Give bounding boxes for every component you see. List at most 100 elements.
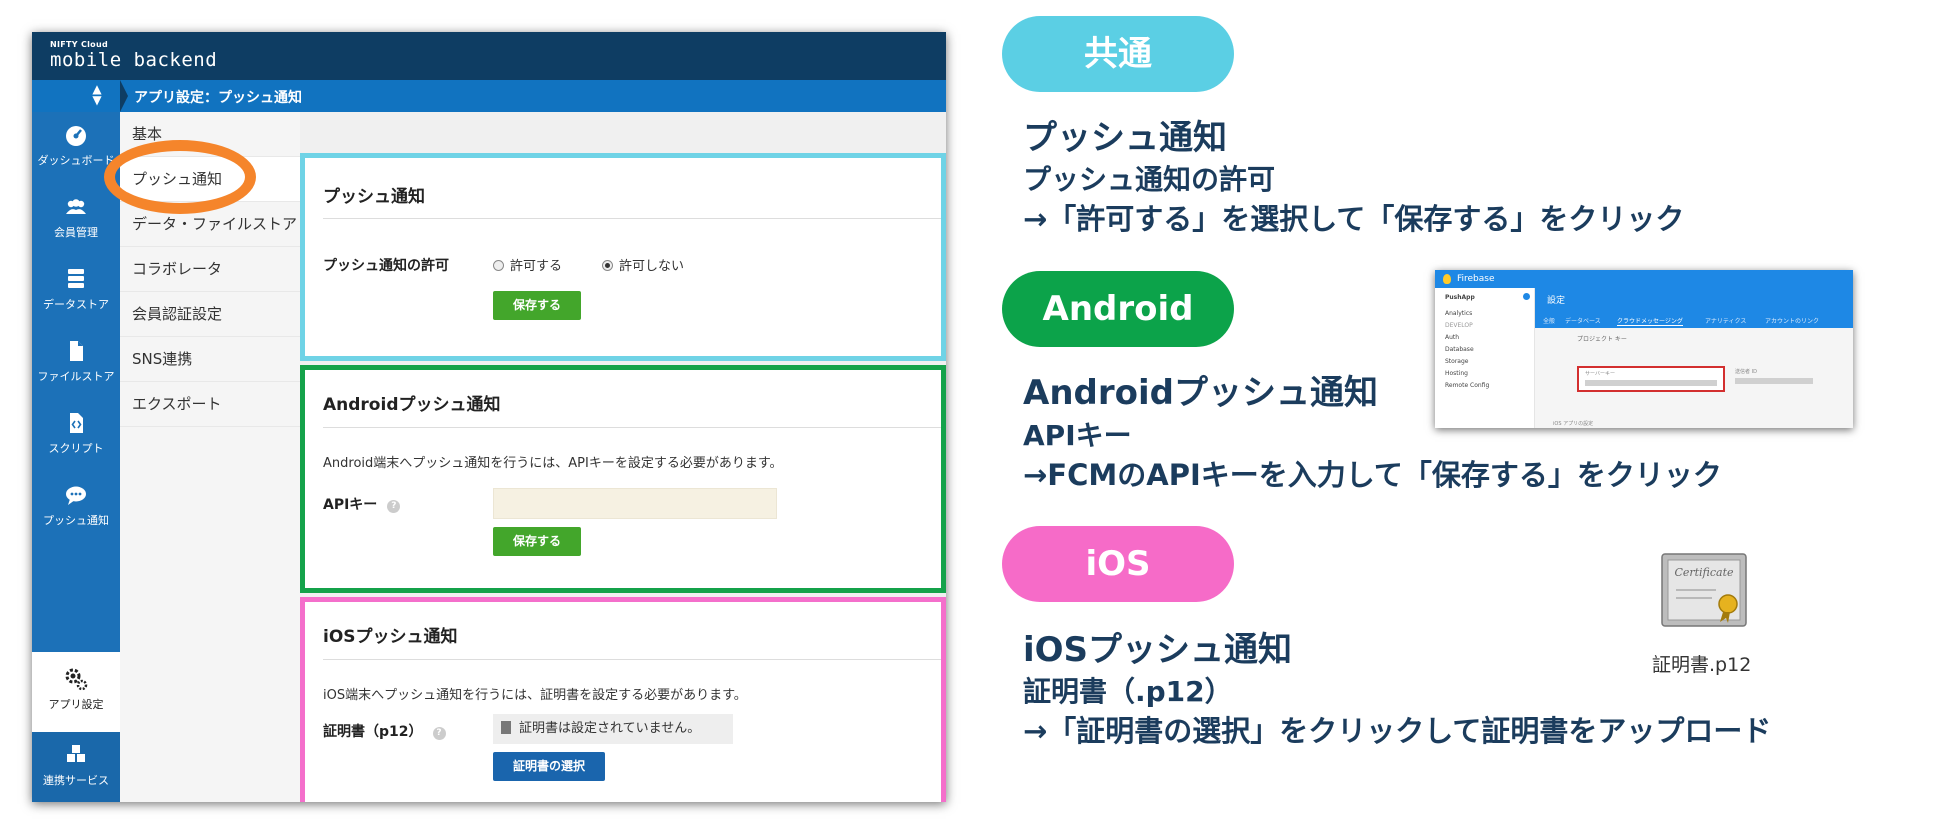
sidebar-item-label: スクリプト: [48, 442, 104, 455]
app-switcher-icon[interactable]: ▲ ▼: [87, 83, 107, 106]
section-subtitle: 証明書（.p12）: [1023, 675, 1233, 708]
field-label-text: APIキー: [323, 497, 378, 513]
panel-title: プッシュ通知: [323, 187, 425, 207]
settings-main: プッシュ通知 プッシュ通知の許可 許可する 許可しない 保存する Android…: [300, 112, 946, 802]
brand-small-text: NIFTY Cloud: [50, 40, 109, 49]
select-certificate-button[interactable]: 証明書の選択: [493, 752, 605, 781]
firebase-flame-icon: [1443, 274, 1451, 284]
radio-dot-selected: [602, 260, 613, 271]
section-title: Androidプッシュ通知: [1023, 373, 1378, 413]
server-key-highlight: サーバーキー: [1577, 366, 1725, 392]
save-button[interactable]: 保存する: [493, 291, 581, 320]
sidebar-item-label: アプリ設定: [48, 698, 104, 711]
sidebar-item-datastore[interactable]: データストア: [32, 256, 120, 328]
firebase-side-item[interactable]: Hosting: [1445, 370, 1468, 377]
sidebar-item-label: 会員管理: [54, 226, 98, 239]
ios-settings-panel: iOSプッシュ通知 iOS端末へプッシュ通知を行うには、証明書を設定する必要があ…: [300, 597, 946, 802]
section-title: iOSプッシュ通知: [1023, 630, 1293, 670]
sender-id-value: [1735, 378, 1813, 384]
menu-item-export[interactable]: エクスポート: [120, 382, 300, 427]
firebase-side-item[interactable]: Auth: [1445, 334, 1459, 341]
firebase-tab[interactable]: データベース: [1565, 316, 1601, 325]
sidebar-item-push[interactable]: プッシュ通知: [32, 472, 120, 544]
firebase-project-keys-label: プロジェクト キー: [1577, 336, 1627, 343]
save-button[interactable]: 保存する: [493, 527, 581, 556]
section-subtitle: APIキー: [1023, 419, 1132, 452]
firebase-side-item[interactable]: Database: [1445, 346, 1474, 353]
firebase-top-bar: Firebase: [1435, 270, 1853, 288]
section-instruction: →「証明書の選択」をクリックして証明書をアップロード: [1023, 714, 1772, 748]
section-subtitle: プッシュ通知の許可: [1023, 163, 1276, 196]
firebase-side-item[interactable]: Remote Config: [1445, 382, 1489, 389]
chat-bubble-icon: [66, 486, 86, 505]
section-instruction: →「許可する」を選択して「保存する」をクリック: [1023, 202, 1685, 236]
help-icon[interactable]: ?: [387, 500, 401, 513]
menu-item-collaborator[interactable]: コラボレータ: [120, 247, 300, 292]
certificate-icon-text: Certificate: [1674, 566, 1734, 579]
server-key-value[interactable]: [1585, 380, 1717, 386]
section-instruction: →FCMのAPIキーを入力して「保存する」をクリック: [1023, 458, 1722, 492]
field-label-api-key: APIキー?: [323, 494, 401, 514]
certificate-filename: 証明書.p12: [1652, 654, 1752, 676]
firebase-side-item[interactable]: Analytics: [1445, 310, 1472, 317]
api-key-input[interactable]: [493, 488, 777, 519]
cert-status-text: 証明書は設定されていません。: [519, 721, 701, 736]
sidebar-item-label: ダッシュボード: [37, 154, 115, 167]
file-x-icon: [501, 721, 511, 734]
users-icon: [66, 199, 86, 214]
firebase-console-screenshot: Firebase PushApp Analytics DEVELOP Auth …: [1435, 270, 1853, 428]
file-icon: [70, 341, 83, 361]
sidebar-item-integrations[interactable]: 連携サービス: [32, 732, 120, 802]
radio-allow[interactable]: 許可する: [493, 255, 562, 274]
badge-android: Android: [1002, 271, 1234, 347]
field-label-text: 証明書（p12）: [323, 724, 423, 740]
radio-dot: [493, 260, 504, 271]
firebase-project-name: PushApp: [1445, 294, 1475, 301]
page-title: アプリ設定：プッシュ通知: [134, 90, 302, 106]
sidebar-item-members[interactable]: 会員管理: [32, 184, 120, 256]
firebase-side-section: DEVELOP: [1445, 322, 1473, 329]
sidebar-item-app-settings[interactable]: アプリ設定: [32, 652, 120, 732]
sidebar-item-label: ファイルストア: [37, 370, 115, 383]
cert-status-field: 証明書は設定されていません。: [493, 714, 733, 744]
help-icon[interactable]: ?: [432, 727, 446, 740]
firebase-side-item[interactable]: Storage: [1445, 358, 1468, 365]
firebase-settings-body: プロジェクト キー サーバーキー 送信者 ID iOS アプリの設定: [1535, 328, 1853, 428]
push-settings-panel: プッシュ通知 プッシュ通知の許可 許可する 許可しない 保存する: [300, 153, 946, 361]
divider: [323, 659, 941, 660]
radio-label: 許可する: [510, 259, 563, 274]
sender-id-label: 送信者 ID: [1735, 369, 1757, 375]
firebase-tab[interactable]: アカウントのリンク: [1765, 316, 1819, 325]
radio-deny[interactable]: 許可しない: [602, 255, 684, 274]
radio-label: 許可しない: [619, 259, 685, 274]
sidebar-item-filestore[interactable]: ファイルストア: [32, 328, 120, 400]
gears-icon: [65, 668, 88, 691]
firebase-tab[interactable]: アナリティクス: [1705, 316, 1746, 325]
title-bar-divider: [120, 80, 128, 112]
highlight-circle: [104, 140, 256, 214]
badge-common: 共通: [1002, 16, 1234, 92]
android-settings-panel: Androidプッシュ通知 Android端末へプッシュ通知を行うには、APIキ…: [300, 365, 946, 593]
gear-icon[interactable]: [1523, 293, 1530, 300]
firebase-tab-active[interactable]: クラウドメッセージング: [1617, 316, 1683, 326]
settings-menu: 基本 プッシュ通知 データ・ファイルストア コラボレータ 会員認証設定 SNS連…: [120, 112, 300, 802]
field-label: プッシュ通知の許可: [323, 258, 449, 274]
firebase-settings-header: 設定 全般 データベース クラウドメッセージング アナリティクス アカウントのリ…: [1535, 288, 1853, 328]
top-bar: NIFTY Cloud mobile backend: [32, 32, 946, 80]
firebase-brand: Firebase: [1457, 274, 1495, 284]
panel-description: Android端末へプッシュ通知を行うには、APIキーを設定する必要があります。: [323, 456, 783, 471]
section-title: プッシュ通知: [1023, 118, 1227, 158]
server-key-label: サーバーキー: [1585, 371, 1615, 377]
panel-title: iOSプッシュ通知: [323, 627, 458, 647]
cubes-icon: [67, 745, 85, 762]
firebase-tab[interactable]: 全般: [1543, 316, 1555, 325]
menu-item-auth[interactable]: 会員認証設定: [120, 292, 300, 337]
page-title-bar: ▲ ▼ アプリ設定：プッシュ通知: [32, 80, 946, 112]
sidebar-item-label: プッシュ通知: [43, 514, 109, 527]
sidebar-item-script[interactable]: スクリプト: [32, 400, 120, 472]
database-icon: [68, 269, 84, 288]
sidebar-item-integrations-inner: 連携サービス: [32, 732, 120, 802]
sidebar-item-label: 連携サービス: [43, 774, 109, 787]
dashboard-icon: [66, 126, 86, 146]
menu-item-sns[interactable]: SNS連携: [120, 337, 300, 382]
